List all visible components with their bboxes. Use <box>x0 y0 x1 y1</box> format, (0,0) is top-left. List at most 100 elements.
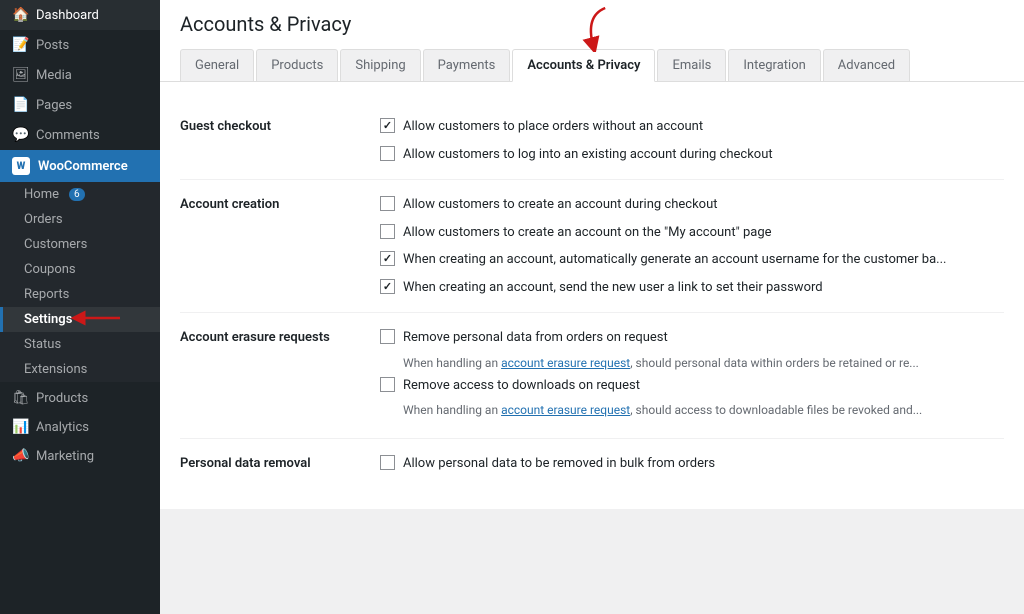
section-personal-data-removal: Personal data removal Allow personal dat… <box>180 439 1004 489</box>
erasure-link-2[interactable]: account erasure request <box>501 403 630 417</box>
reports-label: Reports <box>24 287 69 302</box>
marketing-icon: 📣 <box>12 448 28 464</box>
field-row: Remove access to downloads on request <box>380 376 1004 396</box>
tab-payments[interactable]: Payments <box>423 49 511 82</box>
sidebar: 🏠 Dashboard 📝 Posts 🖼 Media 📄 Pages 💬 Co… <box>0 0 160 614</box>
field-text: Allow customers to log into an existing … <box>403 145 773 165</box>
sidebar-item-comments[interactable]: 💬 Comments <box>0 120 160 150</box>
pages-icon: 📄 <box>12 97 28 113</box>
field-row: Allow customers to log into an existing … <box>380 145 1004 165</box>
dashboard-icon: 🏠 <box>12 7 28 23</box>
section-label-personal-data-removal: Personal data removal <box>180 454 380 474</box>
tab-integration[interactable]: Integration <box>728 49 820 82</box>
home-label: Home <box>24 187 59 202</box>
sidebar-item-label: Comments <box>36 128 100 143</box>
field-text: When creating an account, automatically … <box>403 250 946 270</box>
section-label-guest-checkout: Guest checkout <box>180 117 380 164</box>
products-icon: 🛍 <box>12 390 28 406</box>
erasure-link-1[interactable]: account erasure request <box>501 356 630 370</box>
settings-content: Guest checkout Allow customers to place … <box>160 82 1024 509</box>
woocommerce-icon: W <box>12 157 30 175</box>
section-fields-personal-data-removal: Allow personal data to be removed in bul… <box>380 454 1004 474</box>
woocommerce-section[interactable]: W WooCommerce <box>0 150 160 182</box>
sidebar-item-label: Pages <box>36 98 72 113</box>
field-row: Allow customers to place orders without … <box>380 117 1004 137</box>
orders-label: Orders <box>24 212 63 227</box>
tab-emails[interactable]: Emails <box>657 49 726 82</box>
sidebar-item-reports[interactable]: Reports <box>0 282 160 307</box>
main-content: Accounts & Privacy General Products Ship… <box>160 0 1024 614</box>
section-account-erasure: Account erasure requests Remove personal… <box>180 313 1004 439</box>
settings-label: Settings <box>24 312 72 327</box>
products-label: Products <box>36 391 88 406</box>
sidebar-item-marketing[interactable]: 📣 Marketing <box>0 440 160 469</box>
tabs-bar: General Products Shipping Payments Accou… <box>180 48 1004 81</box>
tab-accounts-privacy[interactable]: Accounts & Privacy <box>512 49 655 82</box>
sidebar-item-home[interactable]: Home 6 <box>0 182 160 207</box>
field-text: Remove access to downloads on request <box>403 376 640 396</box>
sidebar-item-pages[interactable]: 📄 Pages <box>0 90 160 120</box>
checkbox-auto-generate-username[interactable] <box>380 251 395 266</box>
field-text: Allow customers to create an account on … <box>403 223 772 243</box>
checkbox-create-account-myaccount[interactable] <box>380 224 395 239</box>
sidebar-item-customers[interactable]: Customers <box>0 232 160 257</box>
section-label-account-creation: Account creation <box>180 195 380 297</box>
sidebar-item-analytics[interactable]: 📊 Analytics <box>0 411 160 440</box>
media-icon: 🖼 <box>12 67 28 83</box>
sidebar-item-label: Dashboard <box>36 8 99 23</box>
field-row: Remove personal data from orders on requ… <box>380 328 1004 348</box>
field-text: When creating an account, send the new u… <box>403 278 823 298</box>
checkbox-allow-bulk-removal[interactable] <box>380 455 395 470</box>
checkbox-remove-access-downloads[interactable] <box>380 377 395 392</box>
marketing-label: Marketing <box>36 449 94 464</box>
posts-icon: 📝 <box>12 37 28 53</box>
customers-label: Customers <box>24 237 87 252</box>
sidebar-item-label: Posts <box>36 38 69 53</box>
checkbox-allow-login-checkout[interactable] <box>380 146 395 161</box>
section-fields-account-creation: Allow customers to create an account dur… <box>380 195 1004 297</box>
woocommerce-submenu: Home 6 Orders Customers Coupons Reports … <box>0 182 160 382</box>
status-label: Status <box>24 337 61 352</box>
sidebar-item-media[interactable]: 🖼 Media <box>0 60 160 90</box>
checkbox-allow-orders-without-account[interactable] <box>380 118 395 133</box>
sidebar-item-posts[interactable]: 📝 Posts <box>0 30 160 60</box>
erasure-subtext-1: When handling an account erasure request… <box>380 356 1004 370</box>
sidebar-item-extensions[interactable]: Extensions <box>0 357 160 382</box>
section-account-creation: Account creation Allow customers to crea… <box>180 180 1004 313</box>
tab-general[interactable]: General <box>180 49 254 82</box>
field-row: When creating an account, send the new u… <box>380 278 1004 298</box>
section-fields-guest-checkout: Allow customers to place orders without … <box>380 117 1004 164</box>
page-title: Accounts & Privacy <box>180 12 1004 36</box>
field-row: Allow customers to create an account dur… <box>380 195 1004 215</box>
tab-shipping[interactable]: Shipping <box>340 49 420 82</box>
settings-arrow <box>70 307 125 333</box>
comments-icon: 💬 <box>12 127 28 143</box>
sidebar-item-settings[interactable]: Settings <box>0 307 160 332</box>
field-row: Allow personal data to be removed in bul… <box>380 454 1004 474</box>
tab-products[interactable]: Products <box>256 49 338 82</box>
sidebar-item-orders[interactable]: Orders <box>0 207 160 232</box>
field-text: Allow personal data to be removed in bul… <box>403 454 715 474</box>
field-row: When creating an account, automatically … <box>380 250 1004 270</box>
coupons-label: Coupons <box>24 262 76 277</box>
sidebar-item-dashboard[interactable]: 🏠 Dashboard <box>0 0 160 30</box>
sidebar-item-status[interactable]: Status <box>0 332 160 357</box>
checkbox-create-account-checkout[interactable] <box>380 196 395 211</box>
analytics-icon: 📊 <box>12 419 28 435</box>
field-text: Allow customers to place orders without … <box>403 117 703 137</box>
woocommerce-label: WooCommerce <box>38 159 128 174</box>
page-header: Accounts & Privacy General Products Ship… <box>160 0 1024 82</box>
section-fields-account-erasure: Remove personal data from orders on requ… <box>380 328 1004 423</box>
section-label-account-erasure: Account erasure requests <box>180 328 380 423</box>
section-guest-checkout: Guest checkout Allow customers to place … <box>180 102 1004 180</box>
field-text: Allow customers to create an account dur… <box>403 195 718 215</box>
home-badge: 6 <box>69 188 85 201</box>
field-row: Allow customers to create an account on … <box>380 223 1004 243</box>
sidebar-item-products[interactable]: 🛍 Products <box>0 382 160 411</box>
tab-advanced[interactable]: Advanced <box>823 49 910 82</box>
extensions-label: Extensions <box>24 362 87 377</box>
checkbox-send-password-link[interactable] <box>380 279 395 294</box>
field-text: Remove personal data from orders on requ… <box>403 328 668 348</box>
sidebar-item-coupons[interactable]: Coupons <box>0 257 160 282</box>
checkbox-remove-personal-data-orders[interactable] <box>380 329 395 344</box>
